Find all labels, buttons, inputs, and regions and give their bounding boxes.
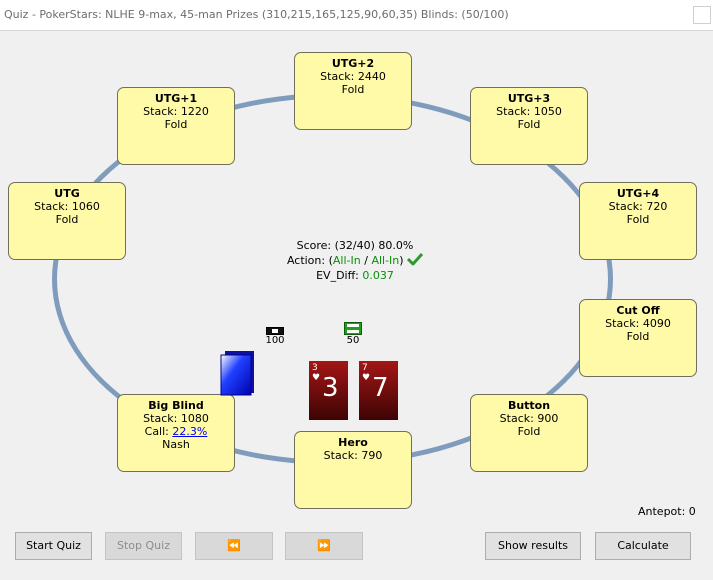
antepot-label: Antepot: 0 <box>638 505 696 518</box>
seat-name: UTG+3 <box>507 92 551 105</box>
seat-action: Fold <box>626 213 650 226</box>
seat-stack: Stack: 900 <box>499 412 559 425</box>
seat-stack: Stack: 2440 <box>320 70 386 83</box>
seat-stack: Stack: 1050 <box>496 105 562 118</box>
seat-call: Call: 22.3% <box>118 425 234 438</box>
quiz-info: Score: (32/40) 80.0% Action: (All-In / A… <box>270 239 440 282</box>
seat-name: UTG+1 <box>154 92 198 105</box>
title-bar: Quiz - PokerStars: NLHE 9-max, 45-man Pr… <box>0 0 713 31</box>
action-label: Action: <box>286 254 326 267</box>
big-blind-chip: 100 <box>263 327 287 346</box>
small-blind-chip: 50 <box>341 322 365 346</box>
seat-stack: Stack: 1220 <box>143 105 209 118</box>
calculate-button[interactable]: Calculate <box>595 532 691 560</box>
seat-name: Cut Off <box>616 304 660 317</box>
big-blind-amount: 100 <box>265 335 285 346</box>
seat-stack: Stack: 1060 <box>34 200 100 213</box>
card-rank: 7 <box>362 363 368 373</box>
seat-bigblind: Big Blind Stack: 1080 Call: 22.3% Nash <box>117 394 235 472</box>
seat-utg3: UTG+3 Stack: 1050 Fold <box>470 87 588 165</box>
fast-forward-button[interactable]: ⏩ <box>285 532 363 560</box>
call-percentage-link[interactable]: 22.3% <box>172 425 207 438</box>
close-window-button[interactable] <box>693 6 711 24</box>
ev-diff-label: EV_Diff: <box>316 269 359 282</box>
seat-stack: Stack: 1080 <box>143 412 209 425</box>
seat-name: UTG+2 <box>331 57 375 70</box>
card-rank: 3 <box>312 363 318 373</box>
checkmark-icon <box>407 252 424 269</box>
seat-utg1: UTG+1 Stack: 1220 Fold <box>117 87 235 165</box>
card-corner: 3 ♥ <box>312 363 320 383</box>
seat-utg2: UTG+2 Stack: 2440 Fold <box>294 52 412 130</box>
seat-action: Fold <box>55 213 79 226</box>
stop-quiz-button[interactable]: Stop Quiz <box>105 532 182 560</box>
action-close-paren: ) <box>399 254 404 267</box>
seat-action: Fold <box>626 330 650 343</box>
seat-cutoff: Cut Off Stack: 4090 Fold <box>579 299 697 377</box>
dealer-button-icon <box>220 350 256 399</box>
seat-action: Fold <box>164 118 188 131</box>
card-big-rank: 3 <box>322 373 339 403</box>
card-big-rank: 7 <box>372 373 389 403</box>
seat-name: UTG+4 <box>616 187 660 200</box>
heart-suit-icon: ♥ <box>312 373 321 383</box>
seat-stack: Stack: 4090 <box>605 317 671 330</box>
card-corner: 7 ♥ <box>362 363 370 383</box>
seat-name: Big Blind <box>148 399 204 412</box>
window-title: Quiz - PokerStars: NLHE 9-max, 45-man Pr… <box>4 8 509 21</box>
seat-action: Nash <box>162 438 190 451</box>
black-chip-icon <box>266 327 284 335</box>
action-chosen: All-In <box>371 254 400 267</box>
heart-suit-icon: ♥ <box>362 373 371 383</box>
seat-utg4: UTG+4 Stack: 720 Fold <box>579 182 697 260</box>
rewind-button[interactable]: ⏪ <box>195 532 273 560</box>
seat-stack: Stack: 720 <box>608 200 668 213</box>
seat-action: Fold <box>341 83 365 96</box>
action-line: Action: (All-In / All-In) <box>270 252 440 269</box>
seat-name: UTG <box>54 187 80 200</box>
call-label: Call: <box>144 425 169 438</box>
seat-stack: Stack: 790 <box>323 449 383 462</box>
seat-hero: Hero Stack: 790 <box>294 431 412 509</box>
show-results-button[interactable]: Show results <box>485 532 581 560</box>
seat-button: Button Stack: 900 Fold <box>470 394 588 472</box>
score-text: Score: (32/40) 80.0% <box>296 239 414 252</box>
action-expected: All-In <box>332 254 361 267</box>
small-blind-amount: 50 <box>346 335 360 346</box>
seat-action: Fold <box>517 425 541 438</box>
start-quiz-button[interactable]: Start Quiz <box>15 532 92 560</box>
ev-diff-line: EV_Diff: 0.037 <box>270 269 440 282</box>
green-chip-icon <box>344 322 362 335</box>
action-separator: / <box>364 254 368 267</box>
seat-name: Hero <box>338 436 368 449</box>
ev-diff-value: 0.037 <box>362 269 394 282</box>
hero-card-1: 3 ♥ 3 <box>309 361 348 420</box>
seat-utg: UTG Stack: 1060 Fold <box>8 182 126 260</box>
seat-name: Button <box>507 399 551 412</box>
seat-action: Fold <box>517 118 541 131</box>
hero-card-2: 7 ♥ 7 <box>359 361 398 420</box>
